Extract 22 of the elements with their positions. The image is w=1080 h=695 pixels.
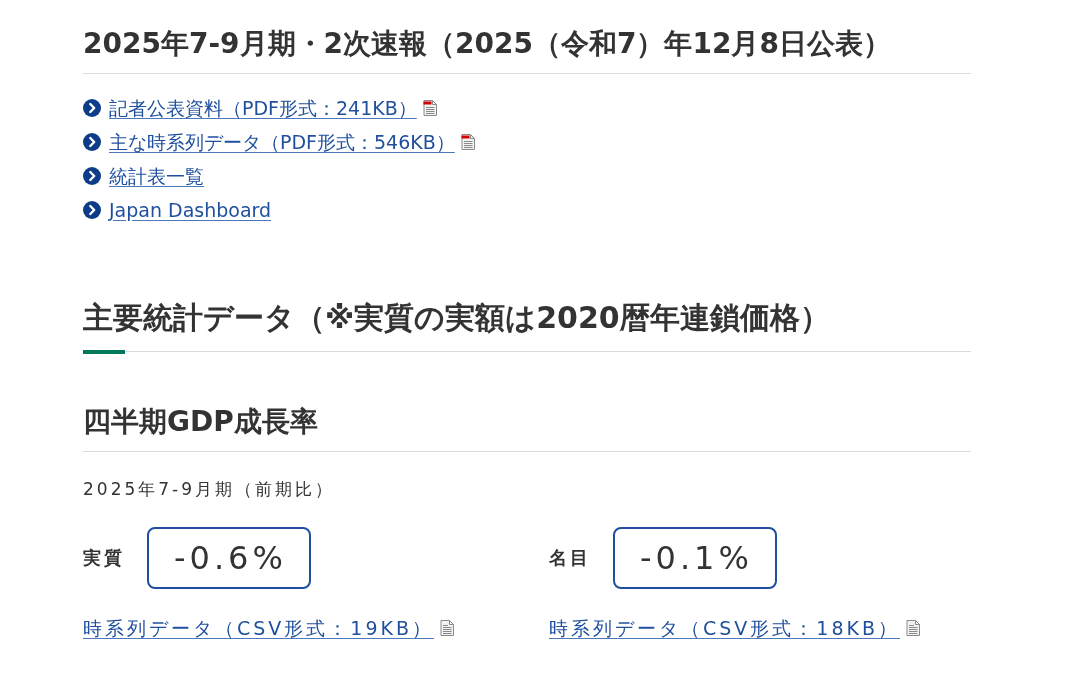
chevron-circle-icon bbox=[83, 167, 101, 185]
document-link[interactable]: 主な時系列データ（PDF形式：546KB） bbox=[109, 129, 455, 155]
chevron-circle-icon bbox=[83, 99, 101, 117]
pdf-document-icon bbox=[422, 100, 437, 116]
growth-rate-value: -0.1% bbox=[613, 527, 777, 589]
metric-label: 名目 bbox=[549, 546, 591, 570]
section-heading: 主要統計データ（※実質の実額は2020暦年連鎖価格） bbox=[83, 298, 971, 352]
csv-data-link[interactable]: 時系列データ（CSV形式：19KB） bbox=[83, 615, 434, 641]
subsection-heading: 四半期GDP成長率 bbox=[83, 404, 971, 452]
document-link[interactable]: 統計表一覧 bbox=[109, 163, 204, 189]
document-icon bbox=[440, 620, 454, 636]
period-caption: 2025年7-9月期（前期比） bbox=[83, 478, 336, 501]
document-link[interactable]: 記者公表資料（PDF形式：241KB） bbox=[109, 95, 417, 121]
chevron-circle-icon bbox=[83, 133, 101, 151]
release-heading: 2025年7-9月期・2次速報（2025（令和7）年12月8日公表） bbox=[83, 25, 971, 74]
document-icon bbox=[906, 620, 920, 636]
metric-label: 実質 bbox=[83, 546, 125, 570]
growth-rate-value: -0.6% bbox=[147, 527, 311, 589]
chevron-circle-icon bbox=[83, 201, 101, 219]
document-link[interactable]: Japan Dashboard bbox=[109, 197, 272, 223]
csv-data-link[interactable]: 時系列データ（CSV形式：18KB） bbox=[549, 615, 900, 641]
pdf-document-icon bbox=[460, 134, 475, 150]
